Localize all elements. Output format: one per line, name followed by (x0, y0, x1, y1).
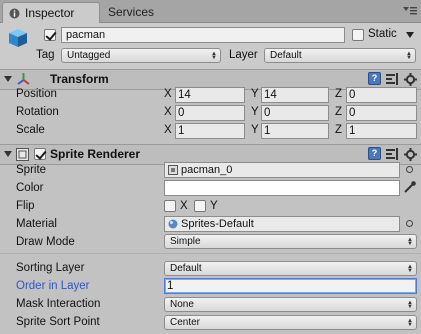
flip-y-checkbox[interactable] (194, 200, 206, 212)
tag-label: Tag (36, 49, 55, 61)
sprite-renderer-enabled-checkbox[interactable] (34, 148, 46, 160)
static-checkbox[interactable] (352, 29, 364, 41)
axis-y-label: Y (251, 106, 259, 118)
scale-z-field[interactable]: 1 (346, 123, 417, 139)
axis-y-label: Y (251, 124, 259, 136)
rotation-y-field[interactable]: 0 (261, 105, 329, 121)
mask-interaction-value: None (170, 299, 194, 310)
tab-inspector-label: Inspector (25, 6, 75, 20)
dropdown-arrows-icon: ▲ ▼ (407, 237, 413, 247)
order-in-layer-field[interactable]: 1 (164, 278, 417, 294)
rotation-z-field[interactable]: 0 (346, 105, 417, 121)
sprite-sort-point-label: Sprite Sort Point (16, 316, 100, 328)
panel-menu-icon[interactable] (403, 6, 417, 16)
object-picker-icon[interactable] (406, 166, 413, 173)
transform-axes-icon (17, 73, 30, 85)
dropdown-arrows-icon: ▲ ▼ (407, 264, 413, 274)
draw-mode-value: Simple (170, 236, 201, 247)
material-field[interactable]: Sprites-Default (164, 216, 400, 232)
sprite-value: pacman_0 (181, 164, 233, 176)
sprite-renderer-icon (16, 148, 29, 161)
foldout-icon[interactable] (4, 151, 12, 157)
sprite-sort-point-dropdown[interactable]: Center ▲ ▼ (164, 315, 417, 330)
tag-dropdown[interactable]: Untagged ▲ ▼ (61, 48, 221, 63)
axis-x-label: X (164, 106, 172, 118)
sorting-layer-dropdown[interactable]: Default ▲ ▼ (164, 261, 417, 276)
material-label: Material (16, 218, 57, 230)
axis-z-label: Z (335, 106, 343, 118)
order-in-layer-label: Order in Layer (16, 280, 90, 292)
sorting-layer-value: Default (170, 263, 202, 274)
axis-y-label: Y (251, 88, 259, 100)
static-label: Static (368, 28, 397, 40)
transform-title: Transform (50, 72, 109, 86)
layer-label: Layer (229, 49, 258, 61)
draw-mode-label: Draw Mode (16, 236, 75, 248)
position-z-field[interactable]: 0 (346, 87, 417, 103)
position-x-field[interactable]: 14 (175, 87, 245, 103)
dropdown-arrows-icon: ▲ ▼ (406, 51, 412, 61)
object-picker-icon[interactable] (406, 220, 413, 227)
sprite-label: Sprite (16, 164, 47, 176)
position-label: Position (16, 88, 57, 100)
static-dropdown-icon[interactable] (406, 32, 414, 38)
flip-y-label: Y (210, 200, 218, 212)
dropdown-arrows-icon: ▲ ▼ (211, 51, 217, 61)
dropdown-arrows-icon: ▲ ▼ (407, 300, 413, 310)
sprite-renderer-title: Sprite Renderer (50, 147, 141, 161)
material-sphere-icon (168, 219, 178, 229)
material-value: Sprites-Default (181, 218, 254, 230)
cube-icon (9, 29, 27, 47)
scale-y-field[interactable]: 1 (261, 123, 329, 139)
tab-bar: Inspector Services (0, 0, 421, 23)
gear-icon[interactable] (404, 148, 417, 161)
tab-services[interactable]: Services (104, 2, 164, 22)
object-header: pacman Static Tag Untagged ▲ ▼ Layer Defa… (0, 23, 421, 70)
position-y-field[interactable]: 14 (261, 87, 329, 103)
flip-x-label: X (180, 200, 188, 212)
flip-x-checkbox[interactable] (164, 200, 176, 212)
tab-services-label: Services (108, 5, 155, 19)
object-name-field[interactable]: pacman (61, 27, 345, 43)
rotation-label: Rotation (16, 106, 59, 118)
sprite-sort-point-value: Center (170, 317, 201, 328)
mask-interaction-dropdown[interactable]: None ▲ ▼ (164, 297, 417, 312)
sprite-asset-icon (168, 165, 178, 175)
divider (0, 253, 421, 254)
dropdown-arrows-icon: ▲ ▼ (407, 318, 413, 328)
preset-icon[interactable] (386, 148, 399, 160)
scale-x-field[interactable]: 1 (175, 123, 245, 139)
flip-label: Flip (16, 200, 35, 212)
axis-z-label: Z (335, 124, 343, 136)
info-icon (9, 8, 20, 19)
color-label: Color (16, 182, 44, 194)
rotation-x-field[interactable]: 0 (175, 105, 245, 121)
help-icon[interactable]: ? (368, 72, 381, 85)
active-checkbox[interactable] (44, 29, 56, 41)
tag-value: Untagged (67, 50, 111, 61)
axis-x-label: X (164, 88, 172, 100)
axis-x-label: X (164, 124, 172, 136)
sorting-layer-label: Sorting Layer (16, 262, 85, 274)
axis-z-label: Z (335, 88, 343, 100)
scale-label: Scale (16, 124, 45, 136)
tab-inspector[interactable]: Inspector (2, 2, 100, 23)
help-icon[interactable]: ? (368, 147, 381, 160)
preset-icon[interactable] (386, 73, 399, 85)
layer-dropdown[interactable]: Default ▲ ▼ (264, 48, 416, 63)
color-field[interactable] (164, 180, 400, 196)
foldout-icon[interactable] (4, 76, 12, 82)
layer-value: Default (270, 50, 302, 61)
gear-icon[interactable] (404, 73, 417, 86)
eyedropper-icon[interactable] (403, 180, 417, 194)
draw-mode-dropdown[interactable]: Simple ▲ ▼ (164, 234, 417, 249)
mask-interaction-label: Mask Interaction (16, 298, 101, 310)
sprite-field[interactable]: pacman_0 (164, 162, 400, 178)
